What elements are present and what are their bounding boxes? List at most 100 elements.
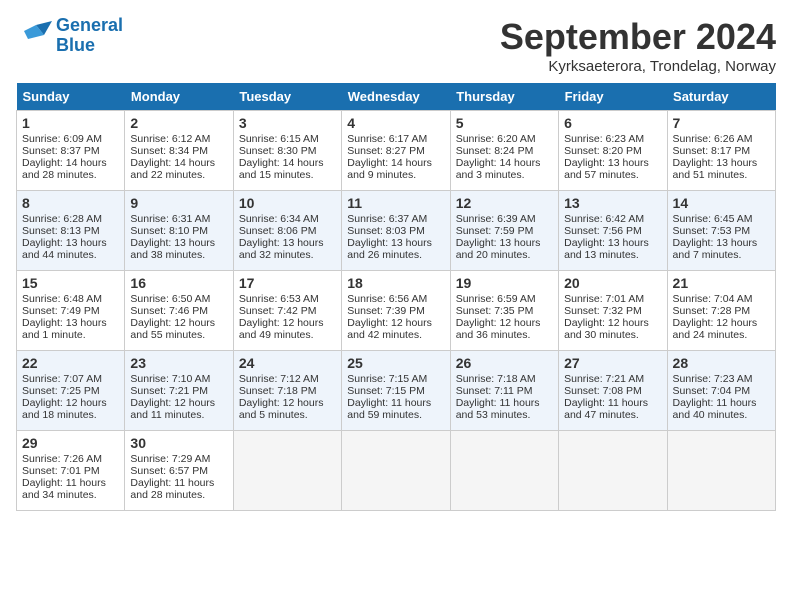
day-info-line: Daylight: 12 hours bbox=[564, 317, 661, 329]
day-info-line: Sunset: 8:17 PM bbox=[673, 145, 770, 157]
day-info-line: Sunrise: 6:12 AM bbox=[130, 133, 227, 145]
calendar-table: SundayMondayTuesdayWednesdayThursdayFrid… bbox=[16, 83, 776, 511]
day-number: 1 bbox=[22, 115, 119, 131]
day-info-line: and 36 minutes. bbox=[456, 329, 553, 341]
calendar-cell bbox=[559, 431, 667, 511]
day-info-line: Daylight: 13 hours bbox=[22, 237, 119, 249]
day-number: 4 bbox=[347, 115, 444, 131]
calendar-cell: 2Sunrise: 6:12 AMSunset: 8:34 PMDaylight… bbox=[125, 111, 233, 191]
day-info-line: and 7 minutes. bbox=[673, 249, 770, 261]
day-info-line: Sunset: 6:57 PM bbox=[130, 465, 227, 477]
day-number: 19 bbox=[456, 275, 553, 291]
day-info-line: and 59 minutes. bbox=[347, 409, 444, 421]
calendar-cell: 30Sunrise: 7:29 AMSunset: 6:57 PMDayligh… bbox=[125, 431, 233, 511]
day-info-line: Sunset: 7:49 PM bbox=[22, 305, 119, 317]
day-info-line: Sunrise: 6:17 AM bbox=[347, 133, 444, 145]
calendar-week-row: 29Sunrise: 7:26 AMSunset: 7:01 PMDayligh… bbox=[17, 431, 776, 511]
month-title: September 2024 bbox=[500, 16, 776, 58]
day-info-line: Sunrise: 6:20 AM bbox=[456, 133, 553, 145]
day-info-line: Sunrise: 7:07 AM bbox=[22, 373, 119, 385]
logo: General Blue bbox=[16, 16, 123, 56]
day-info-line: Sunset: 8:10 PM bbox=[130, 225, 227, 237]
calendar-cell: 25 Sunrise: 7:15 AMSunset: 7:15 PMDayligh… bbox=[342, 351, 450, 431]
calendar-week-row: 15Sunrise: 6:48 AMSunset: 7:49 PMDayligh… bbox=[17, 271, 776, 351]
day-number: 25 bbox=[347, 355, 444, 371]
calendar-cell: 10Sunrise: 6:34 AMSunset: 8:06 PMDayligh… bbox=[233, 191, 341, 271]
day-info-line: and 40 minutes. bbox=[673, 409, 770, 421]
day-info-line: Sunset: 7:28 PM bbox=[673, 305, 770, 317]
title-block: September 2024 Kyrksaeterora, Trondelag,… bbox=[500, 16, 776, 75]
day-info-line: Sunrise: 7:01 AM bbox=[564, 293, 661, 305]
day-info-line: Daylight: 14 hours bbox=[456, 157, 553, 169]
day-number: 18 bbox=[347, 275, 444, 291]
day-info-line: Sunset: 7:42 PM bbox=[239, 305, 336, 317]
day-info-line: and 5 minutes. bbox=[239, 409, 336, 421]
calendar-cell: 20Sunrise: 7:01 AMSunset: 7:32 PMDayligh… bbox=[559, 271, 667, 351]
day-info-line: Sunrise: 7:15 AM bbox=[347, 373, 444, 385]
calendar-cell: 5Sunrise: 6:20 AMSunset: 8:24 PMDaylight… bbox=[450, 111, 558, 191]
calendar-cell: 1Sunrise: 6:09 AMSunset: 8:37 PMDaylight… bbox=[17, 111, 125, 191]
day-number: 23 bbox=[130, 355, 227, 371]
day-info-line: Sunrise: 6:23 AM bbox=[564, 133, 661, 145]
day-info-line: Daylight: 11 hours bbox=[456, 397, 553, 409]
day-info-line: Daylight: 13 hours bbox=[239, 237, 336, 249]
calendar-cell bbox=[233, 431, 341, 511]
day-info-line: Sunrise: 7:23 AM bbox=[673, 373, 770, 385]
day-number: 2 bbox=[130, 115, 227, 131]
calendar-cell bbox=[342, 431, 450, 511]
calendar-cell: 8Sunrise: 6:28 AMSunset: 8:13 PMDaylight… bbox=[17, 191, 125, 271]
day-number: 30 bbox=[130, 435, 227, 451]
day-info-line: Sunrise: 6:53 AM bbox=[239, 293, 336, 305]
day-info-line: Sunset: 7:35 PM bbox=[456, 305, 553, 317]
day-info-line: Sunset: 7:59 PM bbox=[456, 225, 553, 237]
day-info-line: and 15 minutes. bbox=[239, 169, 336, 181]
day-number: 22 bbox=[22, 355, 119, 371]
calendar-cell: 16Sunrise: 6:50 AMSunset: 7:46 PMDayligh… bbox=[125, 271, 233, 351]
calendar-cell: 4Sunrise: 6:17 AMSunset: 8:27 PMDaylight… bbox=[342, 111, 450, 191]
day-number: 28 bbox=[673, 355, 770, 371]
header-friday: Friday bbox=[559, 83, 667, 111]
day-info-line: Sunset: 7:21 PM bbox=[130, 385, 227, 397]
calendar-header-row: SundayMondayTuesdayWednesdayThursdayFrid… bbox=[17, 83, 776, 111]
day-info-line: Daylight: 14 hours bbox=[239, 157, 336, 169]
calendar-cell: 19 Sunrise: 6:59 AMSunset: 7:35 PMDayligh… bbox=[450, 271, 558, 351]
day-info-line: and 18 minutes. bbox=[22, 409, 119, 421]
calendar-cell: 21Sunrise: 7:04 AMSunset: 7:28 PMDayligh… bbox=[667, 271, 775, 351]
day-info-line: Sunrise: 6:37 AM bbox=[347, 213, 444, 225]
day-info-line: Daylight: 12 hours bbox=[456, 317, 553, 329]
day-info-line: Sunset: 7:04 PM bbox=[673, 385, 770, 397]
day-info-line: Daylight: 11 hours bbox=[347, 397, 444, 409]
day-info-line: and 47 minutes. bbox=[564, 409, 661, 421]
calendar-cell: 15Sunrise: 6:48 AMSunset: 7:49 PMDayligh… bbox=[17, 271, 125, 351]
header-tuesday: Tuesday bbox=[233, 83, 341, 111]
day-info-line: Daylight: 12 hours bbox=[130, 317, 227, 329]
day-info-line: and 44 minutes. bbox=[22, 249, 119, 261]
day-info-line: Sunrise: 6:15 AM bbox=[239, 133, 336, 145]
header-wednesday: Wednesday bbox=[342, 83, 450, 111]
day-info-line: and 30 minutes. bbox=[564, 329, 661, 341]
day-info-line: Daylight: 13 hours bbox=[456, 237, 553, 249]
calendar-week-row: 1Sunrise: 6:09 AMSunset: 8:37 PMDaylight… bbox=[17, 111, 776, 191]
day-info-line: and 57 minutes. bbox=[564, 169, 661, 181]
day-info-line: Sunset: 7:15 PM bbox=[347, 385, 444, 397]
day-number: 10 bbox=[239, 195, 336, 211]
day-info-line: Daylight: 14 hours bbox=[22, 157, 119, 169]
calendar-cell: 7Sunrise: 6:26 AMSunset: 8:17 PMDaylight… bbox=[667, 111, 775, 191]
day-info-line: Sunset: 8:13 PM bbox=[22, 225, 119, 237]
day-info-line: Sunset: 8:06 PM bbox=[239, 225, 336, 237]
day-info-line: Daylight: 12 hours bbox=[239, 317, 336, 329]
day-number: 21 bbox=[673, 275, 770, 291]
day-number: 9 bbox=[130, 195, 227, 211]
header-thursday: Thursday bbox=[450, 83, 558, 111]
day-info-line: and 42 minutes. bbox=[347, 329, 444, 341]
day-info-line: Sunrise: 7:04 AM bbox=[673, 293, 770, 305]
day-info-line: Sunrise: 6:45 AM bbox=[673, 213, 770, 225]
day-info-line: and 38 minutes. bbox=[130, 249, 227, 261]
day-info-line: Daylight: 11 hours bbox=[564, 397, 661, 409]
header-monday: Monday bbox=[125, 83, 233, 111]
day-info-line: and 20 minutes. bbox=[456, 249, 553, 261]
day-info-line: Sunrise: 6:59 AM bbox=[456, 293, 553, 305]
day-number: 16 bbox=[130, 275, 227, 291]
day-info-line: and 28 minutes. bbox=[130, 489, 227, 501]
day-info-line: Daylight: 13 hours bbox=[130, 237, 227, 249]
